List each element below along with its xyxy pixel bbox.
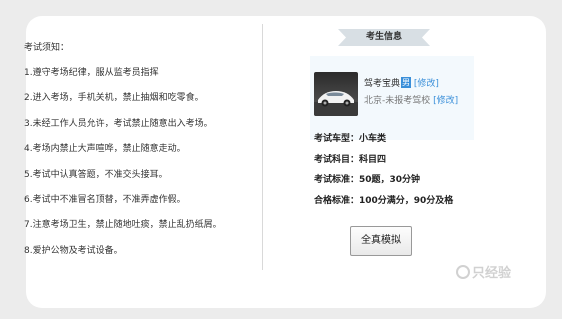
full-simulation-button[interactable]: 全真模拟 [350,226,412,256]
car-avatar-icon [314,72,358,116]
username-line: 驾考宝典男 [修改] [364,77,439,91]
notice-rule-4: 4.考场内禁止大声喧哗，禁止随意走动。 [24,144,186,155]
school-name: 北京-未报考驾校 [364,96,431,106]
candidate-info-title: 考生信息 [365,32,402,42]
watermark: 只经验 [456,262,511,281]
exam-info: 考试车型：小车类 考试科目：科目四 考试标准：50题，30分钟 合格标准：100… [314,132,453,214]
info-vehicle-type: 考试车型：小车类 [314,134,387,144]
info-subject: 考试科目：科目四 [314,154,387,165]
gender-badge: 男 [401,77,412,88]
info-pass-standard: 合格标准：100分满分，90分及格 [314,195,454,206]
notice-rule-8: 8.爱护公物及考试设备。 [24,245,123,256]
notice-rule-5: 5.考试中认真答题，不准交头接耳。 [24,169,168,180]
edit-school-link[interactable]: [修改] [433,96,458,106]
section-divider [262,24,263,270]
notice-rule-1: 1.遵守考场纪律，服从监考员指挥 [24,68,159,78]
info-standard: 考试标准：50题，30分钟 [314,175,421,185]
avatar [314,72,358,116]
watermark-logo-icon [456,265,470,279]
candidate-info-ribbon: 考生信息 [338,29,430,46]
notice-rule-6: 6.考试中不准冒名顶替，不准弄虚作假。 [24,194,186,205]
exam-notice: 考试须知： 1.遵守考场纪律，服从监考员指挥 2.进入考场，手机关机，禁止抽烟和… [24,40,260,268]
school-line: 北京-未报考驾校 [修改] [364,94,458,108]
notice-rule-3: 3.未经工作人员允许，考试禁止随意出入考场。 [24,118,213,129]
notice-rule-2: 2.进入考场，手机关机，禁止抽烟和吃零食。 [24,93,204,104]
username: 驾考宝典 [364,79,401,89]
notice-rule-7: 7.注意考场卫生，禁止随地吐痰，禁止乱扔纸屑。 [24,220,222,231]
edit-profile-link[interactable]: [修改] [414,79,439,89]
watermark-text: 只经验 [472,266,512,281]
notice-title: 考试须知： [24,43,70,53]
